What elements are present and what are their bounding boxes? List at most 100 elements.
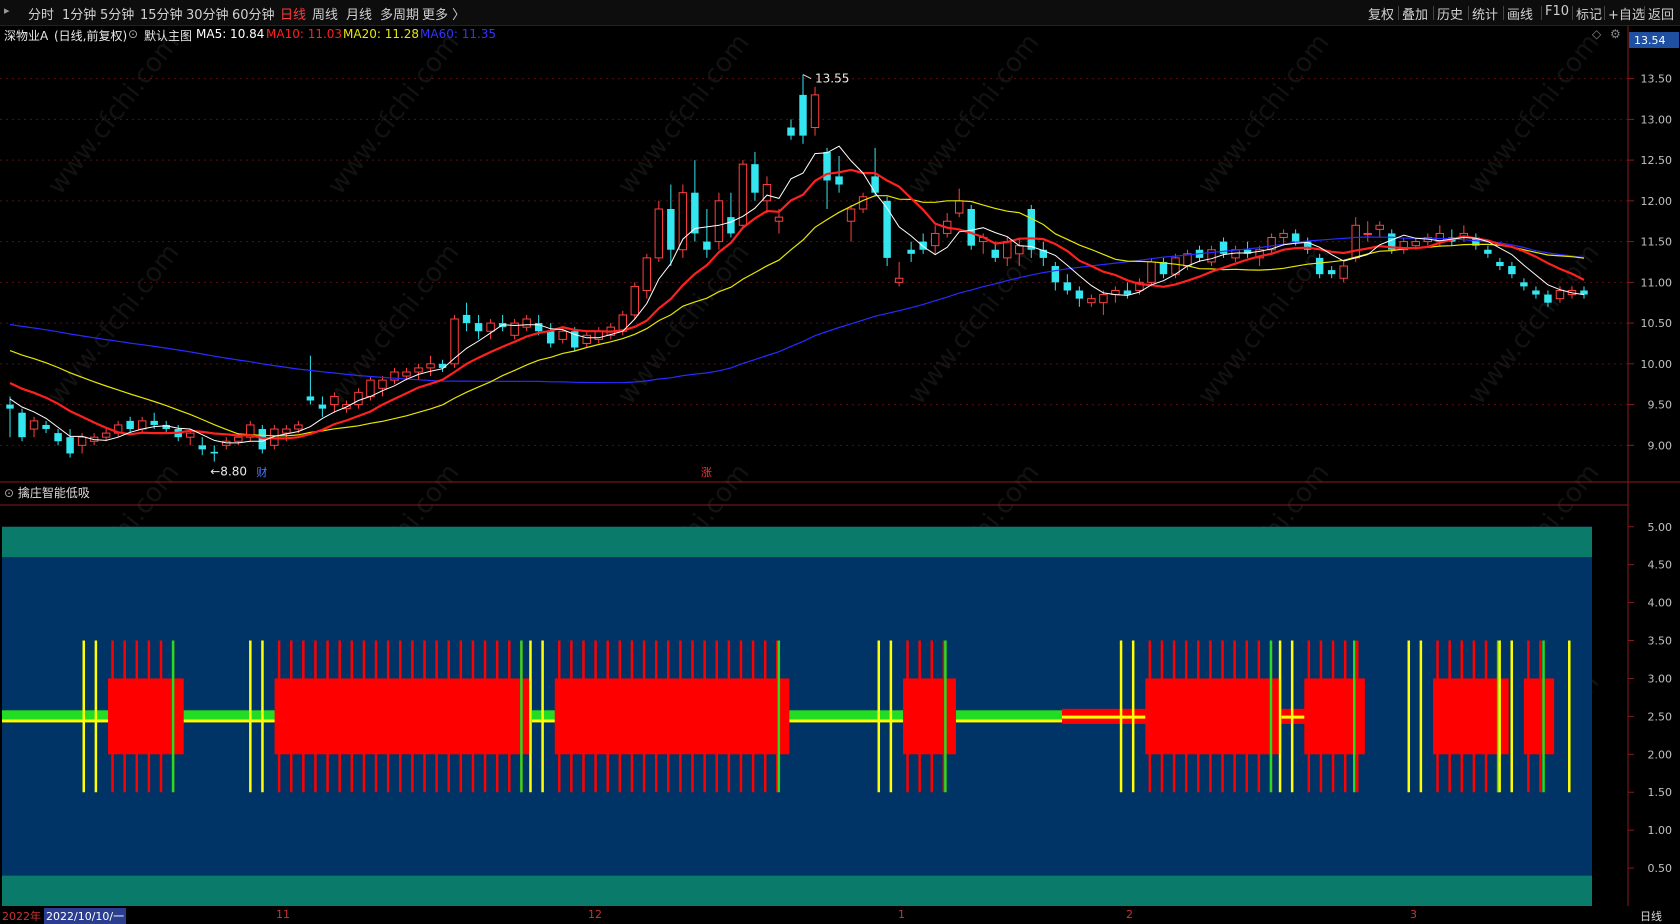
y-tick-label: 13.50 [1641, 73, 1673, 86]
y-tick-label: 12.00 [1641, 195, 1673, 208]
low-price-label: ←8.80 [210, 465, 247, 479]
tool-button[interactable]: 历史 [1437, 4, 1463, 23]
chart-annotations: 13.55 ←8.80 财 涨 [210, 72, 849, 479]
candle-body [1207, 249, 1216, 263]
chart-area[interactable]: www.cfchi.com www.cfchi.com www.cfchi.com w… [0, 26, 1680, 924]
candle-body [582, 334, 591, 344]
period-tab[interactable]: 1分钟 [62, 4, 96, 23]
period-tab[interactable]: 分时 [28, 4, 54, 23]
candle [1399, 237, 1408, 254]
tool-button[interactable]: 返回 [1648, 4, 1674, 23]
indicator-tick-label: 1.50 [1648, 786, 1673, 799]
month-label: 12 [588, 908, 602, 921]
candle-body [306, 396, 315, 401]
candle-body [871, 176, 879, 193]
candle [751, 151, 759, 201]
period-tab[interactable]: 15分钟 [140, 4, 183, 23]
indicator-block [1145, 678, 1282, 755]
candle-body [774, 216, 784, 222]
candle-body [930, 232, 940, 247]
period-tab[interactable]: 日线 [280, 4, 306, 23]
tool-button[interactable]: 画线 [1507, 4, 1533, 23]
tool-button[interactable]: 叠加 [1402, 4, 1428, 23]
indicator-tick-label: 3.00 [1648, 672, 1673, 685]
month-label: 2 [1126, 908, 1133, 921]
candle [942, 213, 952, 238]
indicator-tick-label: 2.00 [1648, 748, 1673, 761]
y-tick-label: 9.50 [1648, 399, 1673, 412]
candle-body [450, 318, 459, 365]
candle [462, 302, 471, 332]
indicator-tick-label: 4.50 [1648, 559, 1673, 572]
period-tab[interactable]: 5分钟 [100, 4, 134, 23]
candle [654, 200, 664, 262]
candle [1448, 229, 1456, 246]
candle-body [1315, 257, 1324, 275]
toolbar-separator [1503, 6, 1504, 20]
candle [42, 420, 50, 434]
candle [1496, 257, 1504, 271]
watermark-text: www.cfchi.com [322, 238, 466, 410]
indicator-tick-label: 3.50 [1648, 635, 1673, 648]
tool-button[interactable]: 复权 [1368, 4, 1394, 23]
watermark-text: www.cfchi.com [902, 28, 1046, 200]
candle [414, 363, 423, 381]
indicator-bottom-band [2, 875, 1592, 906]
collapse-icon[interactable]: ⊙ [4, 486, 18, 500]
candle-body [137, 420, 147, 430]
indicator-block [1304, 678, 1365, 755]
tool-button[interactable]: F10 [1545, 4, 1569, 19]
candle-body [703, 241, 711, 250]
candle [1075, 286, 1084, 307]
month-label: 3 [1410, 908, 1417, 921]
candle-body [558, 330, 567, 340]
period-tab[interactable]: 60分钟 [232, 4, 275, 23]
candle [727, 192, 735, 238]
period-tab[interactable]: 多周期 [380, 4, 419, 23]
indicator-tick-label: 1.00 [1648, 824, 1673, 837]
candle [714, 192, 724, 250]
tool-button[interactable]: 统计 [1472, 4, 1498, 23]
period-tab[interactable]: 月线 [346, 4, 372, 23]
candle-body [1375, 224, 1384, 230]
watermark-text: www.cfchi.com [1462, 28, 1606, 200]
candle [29, 416, 39, 438]
watermark-text: www.cfchi.com [42, 28, 186, 200]
period-tab[interactable]: 30分钟 [186, 4, 229, 23]
candle [1375, 221, 1384, 238]
indicator-title[interactable]: ⊙ 擒庄智能低吸 [4, 484, 90, 501]
indicator-panel: 5.00 4.50 4.00 3.50 3.00 2.50 2.00 1.50 1.00 0.50 [2, 521, 1672, 906]
price-grid [0, 78, 1628, 446]
candle [1472, 233, 1480, 250]
candle [823, 147, 831, 209]
toolbar-separator [1468, 6, 1469, 20]
period-tab[interactable]: 周线 [312, 4, 338, 23]
candle [703, 208, 711, 258]
period-tab[interactable]: 更多 〉 [422, 4, 465, 23]
candle-body [1555, 289, 1565, 300]
candle [546, 323, 555, 348]
candle-body [787, 127, 795, 136]
y-tick-label: 12.50 [1641, 154, 1673, 167]
candle-body [126, 420, 134, 430]
tool-button[interactable]: +自选 [1608, 4, 1645, 23]
candle-body [29, 420, 39, 430]
candle [1484, 245, 1492, 258]
candle [642, 253, 652, 299]
candle [306, 355, 315, 405]
candle [1339, 261, 1348, 283]
menu-caret-icon[interactable]: ▸ [4, 4, 10, 17]
candle-body [1279, 232, 1288, 239]
candle-body [991, 249, 999, 258]
candle-body [402, 371, 411, 377]
candle [582, 331, 591, 348]
candle [246, 420, 255, 442]
period-label[interactable]: 日线 [1640, 908, 1662, 924]
ma5-line [9, 145, 1585, 444]
candle-body [66, 437, 74, 454]
y-tick-label: 10.00 [1641, 358, 1673, 371]
candle-body [54, 433, 62, 442]
candle [486, 319, 495, 340]
candle-body [630, 285, 640, 316]
tool-button[interactable]: 标记 [1576, 4, 1602, 23]
